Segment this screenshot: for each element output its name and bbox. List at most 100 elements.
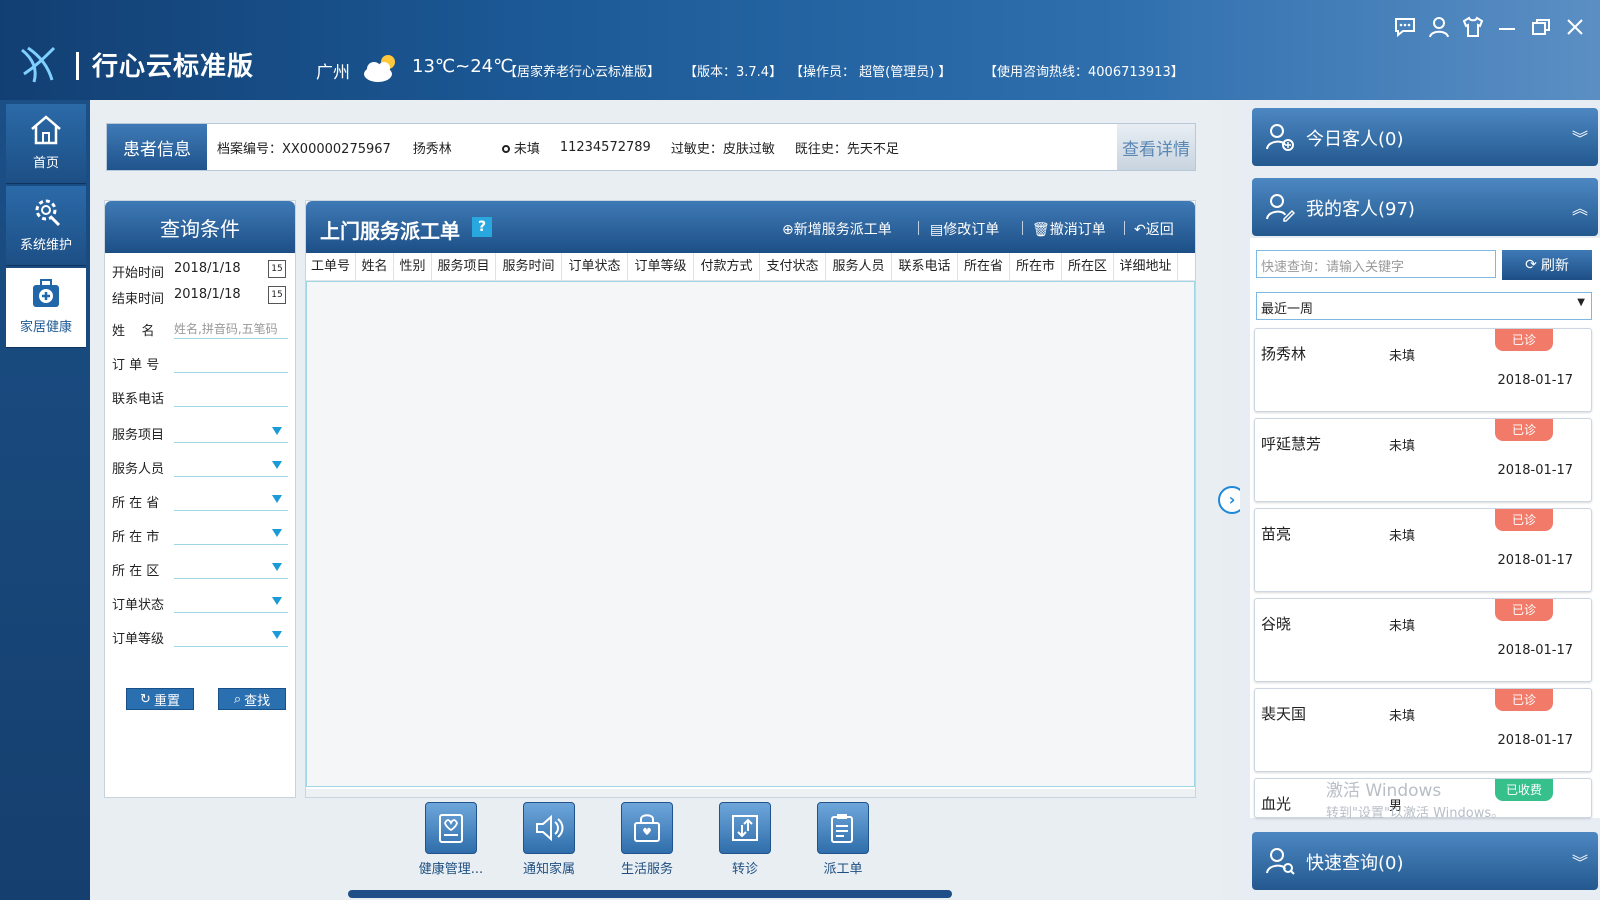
printer-icon: ▤ [930,222,944,238]
close-icon[interactable] [1562,14,1588,40]
dropdown-arrow-icon [272,563,282,571]
customer-card[interactable]: 谷晓 未填 2018-01-17 已诊 [1254,598,1592,682]
order-level-select[interactable] [174,625,288,647]
minimize-icon[interactable] [1494,14,1520,40]
column-header[interactable]: 所在省 [958,253,1010,281]
add-work-order-button[interactable]: ⊕新增服务派工单 [782,219,892,239]
nav-item-home-health[interactable]: 家居健康 [6,268,86,348]
column-header[interactable]: 联系电话 [892,253,958,281]
column-header[interactable]: 支付状态 [760,253,826,281]
calendar-icon[interactable]: 15 [268,260,286,278]
dock-work-order[interactable]: 派工单 [808,802,878,877]
order-number-input[interactable] [174,351,288,373]
user-icon[interactable] [1426,14,1452,40]
patient-allergy: 过敏史：皮肤过敏 [670,141,775,157]
customer-gender: 未填 [1389,619,1416,634]
quick-query-header[interactable]: 快速查询(0) ︾ [1252,832,1598,890]
service-staff-select[interactable] [174,455,288,477]
today-guests-label: 今日客人(0) [1306,129,1404,150]
work-order-title: 上门服务派工单 [320,219,460,243]
city-label: 所 在 市 [112,530,160,545]
patient-info-tag: 患者信息 [107,124,207,170]
column-header[interactable]: 订单状态 [562,253,628,281]
nav-item-home[interactable]: 首页 [6,104,86,184]
service-item-select[interactable] [174,421,288,443]
plus-circle-icon: ⊕ [782,222,794,238]
reset-button[interactable]: ↻ 重置 [126,688,194,710]
search-icon: ⌕ [233,691,242,707]
cancel-order-button[interactable]: 🗑撤消订单 [1032,219,1106,239]
customer-card[interactable]: 呼延慧芳 未填 2018-01-17 已诊 [1254,418,1592,502]
clipboard-icon [439,814,463,843]
trash-icon: 🗑 [1032,222,1050,238]
province-row: 所 在 省 [112,488,288,512]
today-guests-header[interactable]: 今日客人(0) ︾ [1252,108,1598,166]
customer-name: 谷晓 [1261,615,1292,633]
status-badge: 已诊 [1495,509,1553,531]
refresh-icon: ⟳ [1525,257,1537,273]
customer-card[interactable]: 裴天国 未填 2018-01-17 已诊 [1254,688,1592,772]
chevron-double-down-icon: ︾ [1571,129,1588,148]
dock-referral[interactable]: 转诊 [710,802,780,877]
column-header[interactable]: 服务时间 [496,253,562,281]
order-number-row: 订 单 号 [112,350,288,374]
name-input[interactable]: 姓名,拼音码,五笔码 [174,317,288,339]
my-guests-label: 我的客人(97) [1306,199,1415,220]
column-header[interactable]: 详细地址 [1114,253,1178,281]
version-info: 【版本：3.7.4】 [684,65,783,80]
column-header[interactable]: 工单号 [306,253,356,281]
refresh-button[interactable]: ⟳ 刷新 [1502,250,1592,280]
order-status-row: 订单状态 [112,590,288,614]
customer-date: 2018-01-17 [1497,553,1573,568]
order-level-label: 订单等级 [112,632,165,647]
view-details-button[interactable]: 查看详情 [1117,124,1195,170]
customer-card[interactable]: 苗亮 未填 2018-01-17 已诊 [1254,508,1592,592]
edit-order-button[interactable]: ▤修改订单 [930,219,999,239]
calendar-icon[interactable]: 15 [268,286,286,304]
horizontal-scrollbar[interactable] [306,789,1195,797]
toolbar-divider [1124,221,1125,235]
help-icon[interactable]: ? [472,217,492,237]
province-label: 所 在 省 [112,496,160,511]
customer-gender: 未填 [1389,349,1416,364]
column-header[interactable]: 所在市 [1010,253,1062,281]
patient-phone: 11234572789 [559,139,651,155]
order-status-select[interactable] [174,591,288,613]
dock-notify-family[interactable]: 通知家属 [514,802,584,877]
nav-item-system[interactable]: 系统维护 [6,186,86,266]
user-edit-icon [1266,194,1296,222]
column-header[interactable]: 性别 [394,253,432,281]
date-range-select[interactable]: 最近一周 ▼ [1256,292,1592,320]
search-button[interactable]: ⌕ 查找 [218,688,286,710]
shirt-icon[interactable] [1460,14,1486,40]
status-badge: 已诊 [1495,419,1553,441]
chevron-double-down-icon: ︾ [1571,853,1588,872]
dock-life-service[interactable]: 生活服务 [612,802,682,877]
column-header[interactable]: 所在区 [1062,253,1114,281]
dock-scrollbar[interactable] [348,890,952,898]
city-select[interactable] [174,523,288,545]
restore-icon[interactable] [1528,14,1554,40]
customer-gender: 未填 [1389,439,1416,454]
status-badge: 已收费 [1495,779,1553,801]
column-header[interactable]: 服务人员 [826,253,892,281]
my-guests-header[interactable]: 我的客人(97) ︽ [1252,178,1598,236]
work-order-table-body[interactable] [306,281,1195,787]
phone-label: 联系电话 [112,392,165,407]
back-button[interactable]: ↶返回 [1134,219,1174,239]
phone-input[interactable] [174,385,288,407]
end-date-label: 结束时间 [112,292,165,307]
province-select[interactable] [174,489,288,511]
district-select[interactable] [174,557,288,579]
quick-search-input[interactable]: 快速查询：请输入关键字 [1256,250,1496,278]
order-status-label: 订单状态 [112,598,165,613]
column-header[interactable]: 付款方式 [694,253,760,281]
customer-card[interactable]: 扬秀林 未填 2018-01-17 已诊 [1254,328,1592,412]
customer-date: 2018-01-17 [1497,643,1573,658]
column-header[interactable]: 姓名 [356,253,394,281]
column-header[interactable]: 服务项目 [432,253,496,281]
column-header[interactable]: 订单等级 [628,253,694,281]
dock-health-management[interactable]: 健康管理... [416,802,486,877]
chat-icon[interactable] [1392,14,1418,40]
status-badge: 已诊 [1495,689,1553,711]
